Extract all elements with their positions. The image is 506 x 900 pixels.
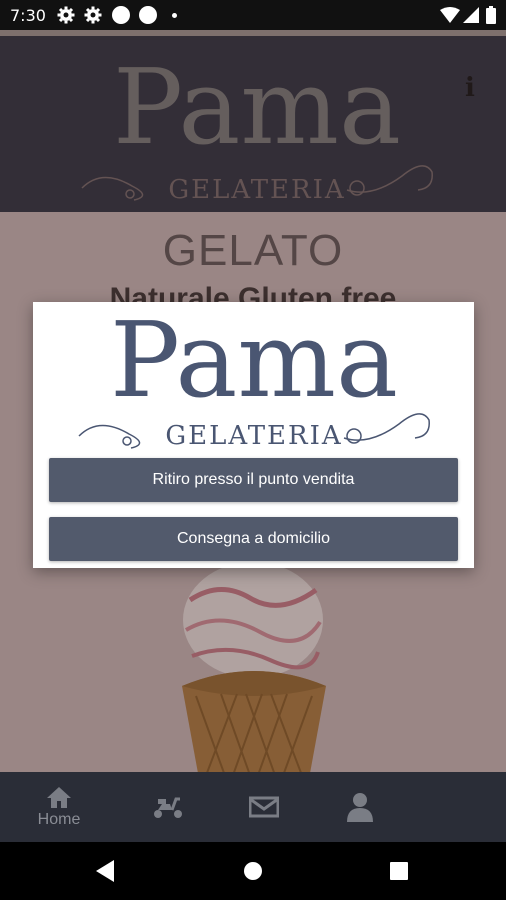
wifi-icon [440, 7, 460, 28]
dialog-logo: Pama GELATERIA [78, 304, 430, 451]
gear-icon [57, 6, 75, 29]
home-icon [47, 787, 71, 808]
svg-text:Pama: Pama [110, 304, 398, 421]
nav-contact[interactable] [234, 772, 294, 842]
back-icon[interactable] [96, 860, 116, 887]
circle-icon [112, 6, 130, 24]
gear-icon [84, 6, 102, 29]
battery-icon [486, 6, 496, 29]
bottom-nav: Home [0, 772, 506, 842]
status-time: 7:30 [10, 6, 46, 25]
dot-icon [172, 13, 177, 18]
scooter-icon [154, 797, 182, 818]
mail-icon [249, 796, 279, 818]
pickup-button[interactable]: Ritiro presso il punto vendita [49, 458, 458, 502]
svg-text:GELATERIA: GELATERIA [165, 421, 342, 451]
nav-profile[interactable] [330, 772, 390, 842]
home-button-icon[interactable] [243, 861, 263, 886]
recents-icon[interactable] [390, 862, 408, 885]
signal-icon [463, 7, 479, 28]
delivery-option-dialog: Pama GELATERIA Ritiro presso il punto ve… [33, 302, 474, 568]
user-icon [347, 793, 373, 822]
status-bar: 7:30 [0, 0, 506, 30]
circle-icon [139, 6, 157, 24]
nav-delivery[interactable] [138, 772, 198, 842]
nav-home[interactable]: Home [20, 772, 98, 842]
delivery-button[interactable]: Consegna a domicilio [49, 517, 458, 561]
system-nav-bar [0, 842, 506, 900]
nav-home-label: Home [37, 811, 81, 828]
